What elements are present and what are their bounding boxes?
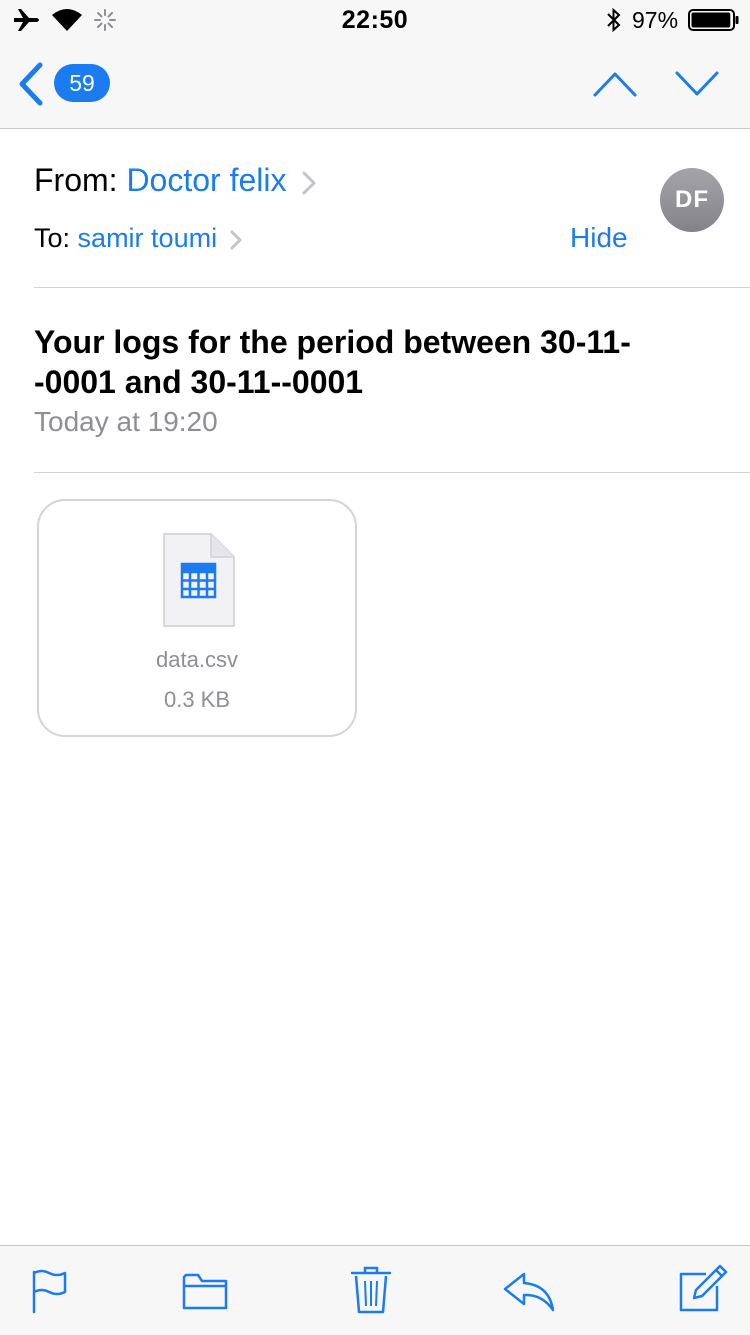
- recipient-name[interactable]: samir toumi: [78, 223, 218, 253]
- attachment-size: 0.3 KB: [163, 687, 231, 712]
- sender-avatar[interactable]: DF: [660, 168, 724, 232]
- to-row: To: samir toumi: [34, 220, 243, 256]
- chevron-down-icon[interactable]: [674, 70, 720, 98]
- bottom-toolbar: [0, 1245, 750, 1335]
- attachment-card[interactable]: data.csv 0.3 KB: [37, 499, 357, 737]
- battery-icon: [688, 9, 740, 31]
- header-divider: [34, 287, 750, 288]
- hide-details-link[interactable]: Hide: [570, 220, 628, 256]
- subject-divider: [34, 472, 750, 473]
- to-label: To:: [34, 223, 71, 253]
- message-date: Today at 19:20: [34, 406, 218, 437]
- chevron-right-icon[interactable]: [229, 229, 243, 251]
- chevron-right-icon[interactable]: [301, 170, 317, 196]
- compose-icon[interactable]: [678, 1264, 728, 1314]
- bluetooth-icon: [606, 8, 622, 32]
- battery-percent: 97%: [632, 7, 679, 33]
- message-subject: Your logs for the period between 30-11--…: [34, 324, 631, 400]
- status-bar: 22:50 97%: [0, 0, 750, 40]
- reply-icon[interactable]: [502, 1271, 556, 1313]
- folder-icon[interactable]: [182, 1271, 228, 1311]
- spreadsheet-file-icon: [161, 531, 237, 629]
- attachment-name: data.csv: [156, 647, 238, 672]
- chevron-up-icon[interactable]: [592, 70, 638, 98]
- unread-count-badge[interactable]: 59: [54, 64, 110, 102]
- sender-name[interactable]: Doctor felix: [126, 162, 286, 198]
- from-label: From:: [34, 162, 118, 198]
- flag-icon[interactable]: [31, 1268, 69, 1314]
- trash-icon[interactable]: [351, 1265, 391, 1315]
- chevron-left-icon[interactable]: [16, 62, 46, 106]
- from-row: From: Doctor felix: [34, 160, 317, 200]
